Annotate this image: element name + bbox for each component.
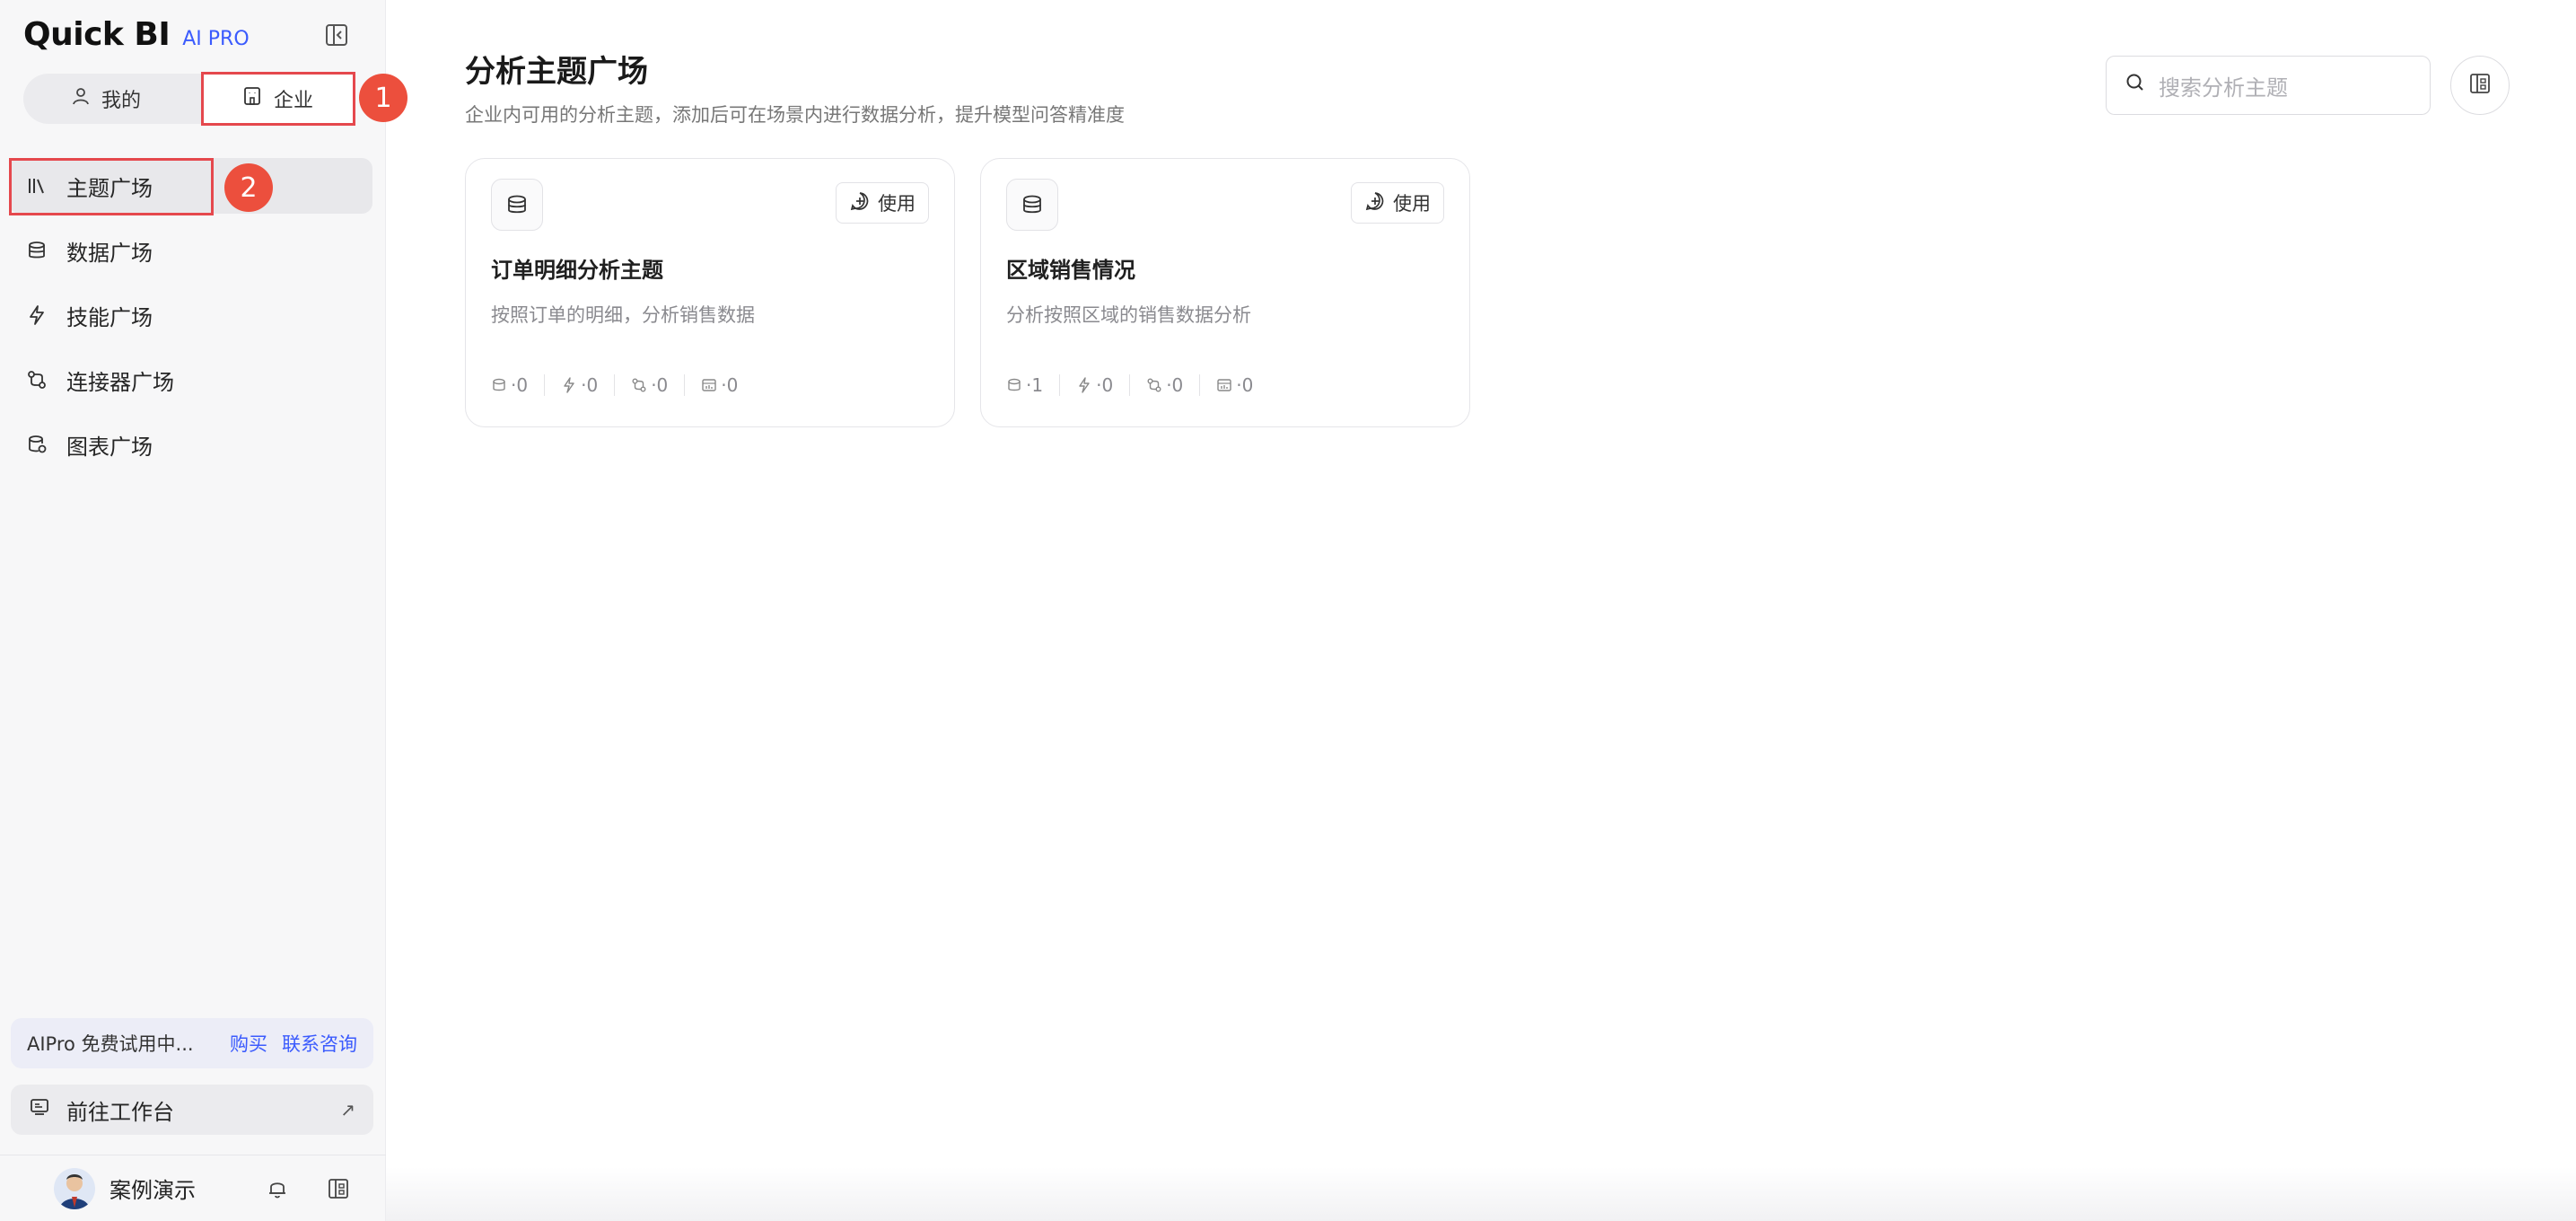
sidebar-item-connector-plaza[interactable]: 连接器广场 [9, 352, 372, 408]
page-title: 分析主题广场 [465, 54, 648, 90]
stat-skills: ·0 [544, 374, 614, 396]
search-input[interactable]: 搜索分析主题 [2106, 56, 2431, 115]
stat-skills-count: ·0 [1096, 374, 1114, 396]
topic-card[interactable]: 使用 区域销售情况 分析按照区域的销售数据分析 ·1 ·0 ·0 ·0 [980, 158, 1470, 427]
highlight-enterprise [201, 72, 355, 126]
bell-icon[interactable] [264, 1175, 291, 1202]
sidebar-item-data-plaza[interactable]: 数据广场 [9, 223, 372, 278]
lightning-icon [25, 303, 48, 327]
layout-toggle-button[interactable] [2450, 56, 2510, 115]
card-stats: ·0 ·0 ·0 ·0 [491, 374, 754, 396]
lightning-icon [1079, 377, 1090, 393]
chart-icon [1217, 379, 1231, 391]
page-subtitle: 企业内可用的分析主题，添加后可在场景内进行数据分析，提升模型问答精准度 [465, 104, 1125, 126]
stat-connectors-count: ·0 [651, 374, 669, 396]
highlight-topic-plaza [9, 158, 214, 215]
stat-skills: ·0 [1059, 374, 1129, 396]
database-icon [25, 239, 48, 262]
layout-icon[interactable] [325, 1175, 352, 1202]
database-icon [1006, 179, 1058, 231]
tab-mine[interactable]: 我的 [23, 74, 188, 124]
sidebar-item-label: 图表广场 [66, 434, 153, 460]
stat-charts: ·0 [1199, 374, 1269, 396]
stat-connectors-count: ·0 [1166, 374, 1184, 396]
stat-charts: ·0 [684, 374, 754, 396]
layout-icon [2467, 71, 2493, 100]
use-button[interactable]: 使用 [836, 182, 929, 224]
stat-data-count: ·1 [1026, 374, 1044, 396]
bottom-fade [386, 1167, 2576, 1221]
use-button-label: 使用 [1393, 193, 1431, 215]
sidebar: Quick BI AI PRO 我的 企业 1 主题广场 数据广场 技能广场 连… [0, 0, 407, 1221]
topic-card[interactable]: 使用 订单明细分析主题 按照订单的明细，分析销售数据 ·0 ·0 ·0 ·0 [465, 158, 955, 427]
sidebar-item-label: 技能广场 [66, 304, 153, 330]
card-description: 分析按照区域的销售数据分析 [1006, 304, 1251, 326]
stat-charts-count: ·0 [1236, 374, 1254, 396]
connector-icon [25, 368, 48, 391]
trial-banner: AIPro 免费试用中... 购买 联系咨询 [11, 1018, 373, 1068]
sidebar-item-skill-plaza[interactable]: 技能广场 [9, 287, 372, 343]
card-title: 订单明细分析主题 [491, 258, 663, 283]
card-description: 按照订单的明细，分析销售数据 [491, 304, 755, 326]
search-icon [2125, 72, 2146, 99]
chart-icon [702, 379, 716, 391]
collapse-sidebar-icon[interactable] [323, 22, 350, 48]
database-icon [493, 378, 505, 391]
user-footer: 案例演示 [0, 1155, 386, 1221]
step-marker-2: 2 [224, 163, 273, 212]
goto-workbench-button[interactable]: 前往工作台 ↗ [11, 1085, 373, 1135]
stat-data: ·1 [1006, 374, 1059, 396]
sidebar-item-chart-plaza[interactable]: 图表广场 [9, 417, 372, 472]
database-icon [491, 179, 543, 231]
external-arrow-icon: ↗ [340, 1099, 355, 1120]
stat-data-count: ·0 [511, 374, 529, 396]
stat-connectors: ·0 [1129, 374, 1199, 396]
use-button[interactable]: 使用 [1351, 182, 1444, 224]
buy-link[interactable]: 购买 [230, 1030, 267, 1057]
stat-connectors: ·0 [614, 374, 684, 396]
brand-badge: AI PRO [182, 28, 250, 50]
chart-db-icon [25, 433, 48, 456]
stat-skills-count: ·0 [581, 374, 599, 396]
tab-mine-label: 我的 [101, 90, 141, 112]
goto-workbench-label: 前往工作台 [66, 1099, 174, 1125]
connector-icon [1147, 378, 1161, 392]
avatar[interactable] [54, 1167, 95, 1209]
add-circle-icon [849, 190, 871, 216]
brand-name: Quick BI [23, 16, 171, 53]
add-circle-icon [1364, 190, 1386, 216]
connector-icon [632, 378, 646, 392]
user-name: 案例演示 [110, 1178, 196, 1203]
stat-charts-count: ·0 [721, 374, 739, 396]
main-content: 分析主题广场 企业内可用的分析主题，添加后可在场景内进行数据分析，提升模型问答精… [386, 0, 2576, 1221]
trial-status: AIPro 免费试用中... [27, 1033, 194, 1055]
database-icon [1008, 378, 1021, 391]
workbench-icon [29, 1096, 50, 1123]
sidebar-item-label: 数据广场 [66, 240, 153, 266]
brand-logo[interactable]: Quick BI AI PRO [23, 16, 250, 53]
card-title: 区域销售情况 [1006, 258, 1135, 283]
search-placeholder: 搜索分析主题 [2159, 75, 2288, 101]
sidebar-item-label: 连接器广场 [66, 369, 174, 395]
use-button-label: 使用 [878, 193, 916, 215]
user-icon [71, 86, 91, 111]
card-stats: ·1 ·0 ·0 ·0 [1006, 374, 1269, 396]
contact-link[interactable]: 联系咨询 [282, 1030, 357, 1057]
stat-data: ·0 [491, 374, 544, 396]
lightning-icon [564, 377, 574, 393]
